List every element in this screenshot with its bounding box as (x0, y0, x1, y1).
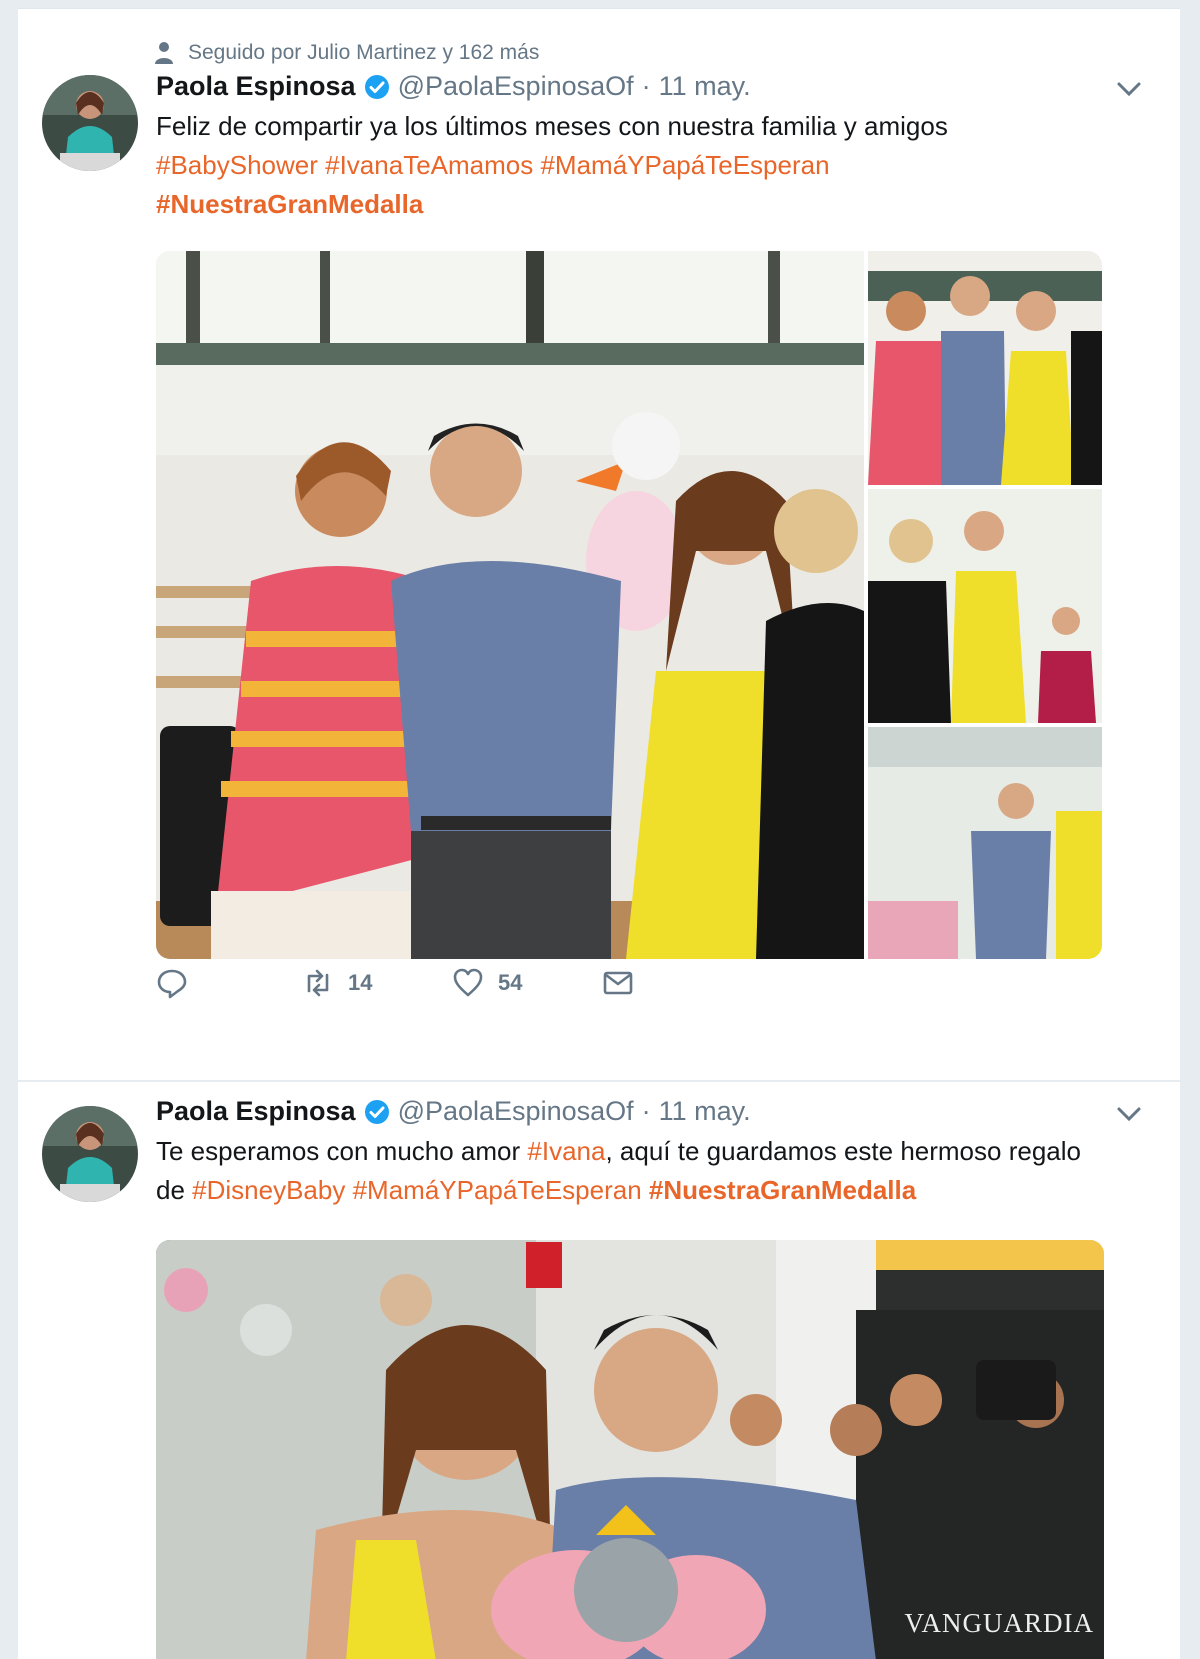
tweet-date[interactable]: 11 may. (659, 1096, 751, 1127)
collage-photos (156, 251, 1102, 959)
person-icon (155, 42, 173, 64)
thumb-photo-3[interactable] (868, 727, 1102, 959)
hashtag-nuestragranmedalla[interactable]: #NuestraGranMedalla (156, 189, 423, 219)
author-name[interactable]: Paola Espinosa (156, 71, 356, 102)
photo-couple (156, 1240, 1104, 1659)
message-icon (603, 971, 633, 995)
tweet-actions: 14 54 (156, 967, 634, 999)
tweet-text: Te esperamos con mucho amor #Ivana, aquí… (156, 1132, 1116, 1210)
watermark: VANGUARDIA (904, 1608, 1094, 1638)
separator-dot: · (641, 1096, 651, 1126)
retweet-count: 14 (348, 970, 373, 995)
tweet-date[interactable]: 11 may. (659, 71, 751, 102)
tweet-text-part: Te esperamos con mucho amor (156, 1136, 528, 1166)
reply-icon (157, 969, 187, 999)
message-button[interactable] (602, 967, 634, 999)
chevron-down-icon[interactable] (1116, 81, 1142, 97)
thumb-photo-1[interactable] (868, 251, 1102, 485)
hashtag-mamaypapateesperan[interactable]: #MamáYPapáTeEsperan (540, 150, 829, 180)
like-count: 54 (498, 970, 523, 995)
tweet-header: Paola Espinosa @PaolaEspinosaOf · 11 may… (156, 1096, 751, 1127)
author-name[interactable]: Paola Espinosa (156, 1096, 356, 1127)
tweet-card-2: Paola Espinosa @PaolaEspinosaOf · 11 may… (18, 1080, 1180, 1659)
main-photo[interactable] (156, 251, 864, 959)
tweet-text-line: Feliz de compartir ya los últimos meses … (156, 111, 948, 141)
retweet-button[interactable]: 14 (302, 967, 452, 999)
hashtag-disneybaby[interactable]: #DisneyBaby (192, 1175, 345, 1205)
verified-badge-icon (364, 74, 389, 99)
avatar[interactable] (42, 75, 138, 171)
hashtag-line: #BabyShower #IvanaTeAmamos #MamáYPapáTeE… (156, 146, 1116, 185)
hashtag-ivana[interactable]: #Ivana (527, 1136, 605, 1166)
thumb-photo-2[interactable] (868, 489, 1102, 723)
separator-dot: · (641, 71, 651, 101)
like-button[interactable]: 54 (452, 967, 602, 999)
photo-collage[interactable] (156, 251, 1102, 959)
avatar[interactable] (42, 1106, 138, 1202)
heart-icon (453, 968, 483, 997)
verified-badge-icon (364, 1099, 389, 1124)
tweet-text: Feliz de compartir ya los últimos meses … (156, 107, 1116, 224)
hashtag-babyshower[interactable]: #BabyShower (156, 150, 318, 180)
author-handle[interactable]: @PaolaEspinosaOf (398, 1096, 634, 1127)
hashtag-ivanateamamos[interactable]: #IvanaTeAmamos (325, 150, 533, 180)
reply-button[interactable] (156, 967, 302, 999)
social-context-text[interactable]: Seguido por Julio Martinez y 162 más (188, 41, 539, 65)
tweet-photo[interactable]: VANGUARDIA (156, 1240, 1104, 1659)
chevron-down-icon[interactable] (1116, 1106, 1142, 1122)
tweet-header: Paola Espinosa @PaolaEspinosaOf · 11 may… (156, 71, 751, 102)
tweet-card-1: Seguido por Julio Martinez y 162 más Pao… (18, 8, 1180, 1080)
retweet-icon (307, 969, 329, 997)
hashtag-nuestragranmedalla[interactable]: #NuestraGranMedalla (649, 1175, 916, 1205)
hashtag-mamaypapateesperan[interactable]: #MamáYPapáTeEsperan (353, 1175, 642, 1205)
author-handle[interactable]: @PaolaEspinosaOf (398, 71, 634, 102)
social-context: Seguido por Julio Martinez y 162 más (154, 41, 539, 65)
